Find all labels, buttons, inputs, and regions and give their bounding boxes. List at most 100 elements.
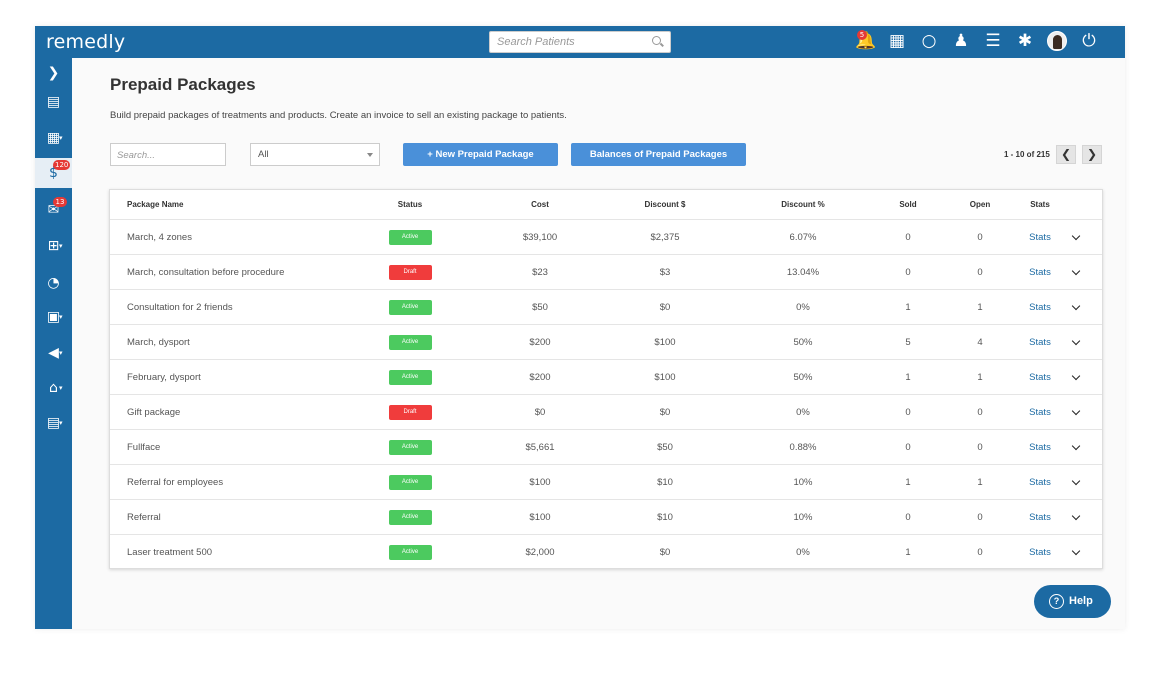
discount-percent-cell: 0.88% [789, 441, 817, 453]
settings-gear-icon-glyph: ✱ [1017, 31, 1033, 51]
stats-link[interactable]: Stats [1015, 430, 1065, 464]
table-row[interactable]: March, consultation before procedure Draf… [110, 255, 1102, 290]
main-content: Prepaid Packages Build prepaid packages … [109, 75, 1103, 569]
table-row[interactable]: February, dysport Active $200 $100 50% 1 1 Stat… [110, 360, 1102, 395]
expand-row-button[interactable] [1068, 255, 1084, 289]
previous-page-button[interactable]: ❮ [1056, 145, 1076, 164]
sidebar-item-calculator[interactable]: ▣ ▾ [35, 302, 72, 332]
stats-link[interactable]: Stats [1015, 500, 1065, 534]
expand-row-button[interactable] [1068, 325, 1084, 359]
settings-gear-icon[interactable]: ✱ [1015, 30, 1035, 52]
sidebar-item-calendar-menu[interactable]: ▦ ▾ [35, 123, 72, 153]
expand-row-button[interactable] [1068, 395, 1084, 429]
sidebar-item-marketing-megaphone[interactable]: ◀ ▾ [35, 338, 72, 368]
stats-link[interactable]: Stats [1015, 220, 1065, 254]
discount-percent-cell: 6.07% [789, 231, 817, 243]
package-name-cell: Referral for employees [127, 476, 224, 488]
status-badge: Active [388, 439, 432, 455]
status-cell: Active [380, 360, 440, 394]
discount-percent-cell: 50% [793, 371, 813, 383]
header-discount-percent[interactable]: Discount % [768, 190, 838, 219]
caret-down-icon: ▾ [59, 313, 63, 321]
stats-link[interactable]: Stats [1015, 535, 1065, 570]
table-row[interactable]: Laser treatment 500 Active $2,000 $0 0% 1 0 Sta… [110, 535, 1102, 570]
header-icon-group: 🔔 5 ▦ ○ ♟ ☰ ✱ ⏻ [855, 30, 1099, 52]
sidebar-item-reports-pie[interactable]: ◔ [35, 268, 72, 298]
discount-percent-cell: 0% [796, 406, 810, 418]
status-cell: Active [380, 325, 440, 359]
stats-link[interactable]: Stats [1015, 255, 1065, 289]
header-cost[interactable]: Cost [505, 190, 575, 219]
caret-down-icon: ▾ [59, 384, 63, 392]
header-stats: Stats [1030, 200, 1050, 209]
patient-search-input[interactable]: Search Patients [489, 31, 671, 53]
balances-prepaid-packages-button[interactable]: Balances of Prepaid Packages [571, 143, 746, 166]
stats-link[interactable]: Stats [1015, 325, 1065, 359]
help-question-icon: ? [1049, 594, 1064, 609]
expand-row-button[interactable] [1068, 535, 1084, 570]
stats-link[interactable]: Stats [1015, 395, 1065, 429]
status-cell: Draft [380, 255, 440, 289]
remedly-logo[interactable]: remedly [46, 31, 125, 53]
expand-row-button[interactable] [1068, 290, 1084, 324]
list-icon[interactable]: ☰ [983, 30, 1003, 52]
chat-bubble-icon[interactable]: ○ [919, 30, 939, 52]
expand-row-button[interactable] [1068, 465, 1084, 499]
stats-link[interactable]: Stats [1015, 360, 1065, 394]
header-status[interactable]: Status [380, 190, 440, 219]
cost-cell: $200 [529, 336, 551, 348]
sidebar-item-medical-kit[interactable]: ⊞ ▾ [35, 231, 72, 261]
table-row[interactable]: Gift package Draft $0 $0 0% 0 0 Stats [110, 395, 1102, 430]
search-icon[interactable] [652, 36, 661, 45]
header-sold[interactable]: Sold [883, 190, 933, 219]
sidebar-item-billing-dollar[interactable]: $120 [35, 158, 72, 188]
expand-row-button[interactable] [1068, 500, 1084, 534]
calendar-icon[interactable]: ▦ [887, 30, 907, 52]
table-row[interactable]: Referral Active $100 $10 10% 0 0 Stats [110, 500, 1102, 535]
package-name-cell: March, dysport [127, 336, 190, 348]
table-row[interactable]: Consultation for 2 friends Active $50 $0 0% 1… [110, 290, 1102, 325]
notifications-bell-icon[interactable]: 🔔 5 [855, 30, 876, 52]
discount-percent-cell: 0% [796, 301, 810, 313]
sold-cell: 5 [905, 336, 911, 348]
open-cell: 0 [977, 547, 983, 558]
header-package-name[interactable]: Package Name [127, 190, 377, 219]
sidebar-item-messages[interactable]: ✉ 13 [35, 195, 72, 225]
status-badge: Active [388, 334, 432, 350]
header-discount-amount[interactable]: Discount $ [630, 190, 700, 219]
status-badge: Active [388, 369, 432, 385]
table-row[interactable]: March, dysport Active $200 $100 50% 5 4 Stats [110, 325, 1102, 360]
header-open[interactable]: Open [955, 190, 1005, 219]
expand-row-button[interactable] [1068, 360, 1084, 394]
sidebar-item-clinic-settings[interactable]: ⌂ ▾ [35, 373, 72, 403]
chevron-down-icon [1071, 266, 1081, 275]
table-row[interactable]: Fullface Active $5,661 $50 0.88% 0 0 Stats [110, 430, 1102, 465]
packages-table: Package Name Status Cost Discount $ Disc… [109, 189, 1103, 569]
help-button[interactable]: ? Help [1034, 585, 1111, 618]
chevron-down-icon [1071, 336, 1081, 345]
expand-row-button[interactable] [1068, 430, 1084, 464]
discount-amount-cell: $50 [657, 441, 673, 453]
add-patient-icon[interactable]: ♟ [951, 30, 971, 52]
dropdown-arrow-icon [367, 153, 373, 157]
status-badge: Active [388, 545, 432, 560]
package-search-input[interactable]: Search... [110, 143, 226, 166]
sidebar-item-forms-clipboard[interactable]: ▤ ▾ [35, 408, 72, 438]
sidebar-item-expand-chevron[interactable]: ❯ [35, 58, 72, 88]
stats-link[interactable]: Stats [1015, 465, 1065, 499]
stats-link[interactable]: Stats [1015, 290, 1065, 324]
sidebar-item-clipboard[interactable]: ▤ [35, 87, 72, 117]
new-prepaid-package-button[interactable]: + New Prepaid Package [403, 143, 558, 166]
sold-cell: 0 [905, 511, 911, 523]
table-row[interactable]: Referral for employees Active $100 $10 10% 1 1… [110, 465, 1102, 500]
next-page-button[interactable]: ❯ [1082, 145, 1102, 164]
user-avatar[interactable] [1047, 31, 1067, 51]
sold-cell: 0 [905, 231, 911, 243]
power-logout-icon[interactable]: ⏻ [1079, 30, 1099, 52]
discount-amount-cell: $10 [657, 476, 673, 488]
open-cell: 0 [977, 406, 983, 418]
status-filter-select[interactable]: All [250, 143, 380, 166]
status-badge: Active [388, 229, 432, 245]
table-row[interactable]: March, 4 zones Active $39,100 $2,375 6.07% 0 0… [110, 220, 1102, 255]
expand-row-button[interactable] [1068, 220, 1084, 254]
